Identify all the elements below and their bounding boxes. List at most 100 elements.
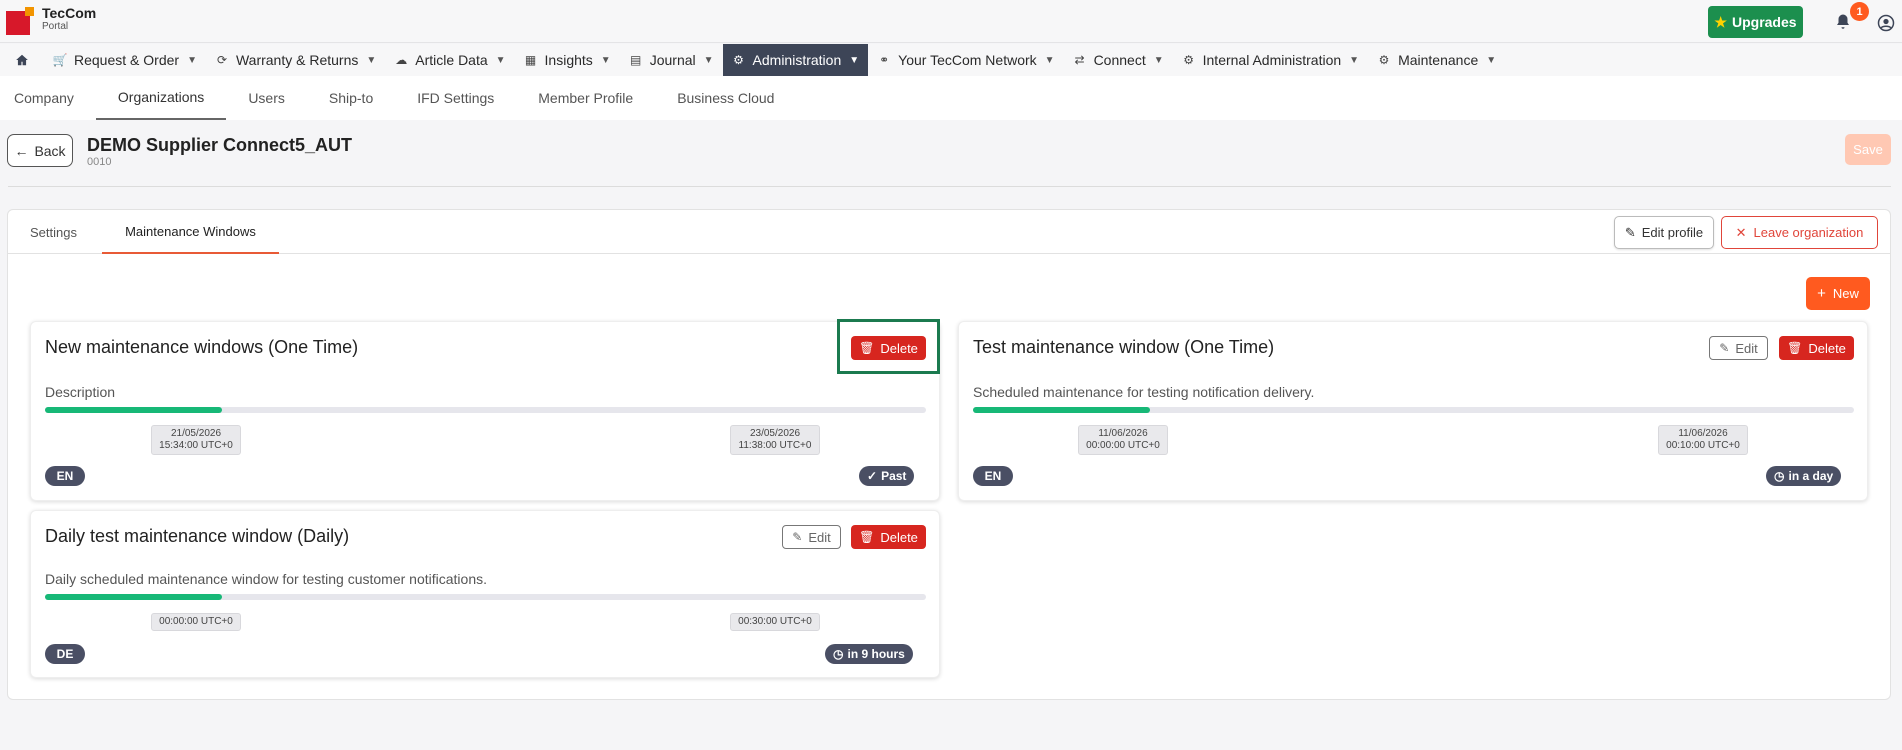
- divider: [8, 186, 1891, 187]
- plus-icon: +: [1817, 285, 1826, 302]
- chart-icon: ▦: [524, 53, 537, 67]
- chevron-down-icon: ▼: [600, 54, 611, 66]
- nav-article-data[interactable]: ☁ Article Data ▼: [385, 44, 514, 76]
- progress-bar: [45, 594, 926, 600]
- edit-profile-button[interactable]: ✎ Edit profile: [1614, 216, 1714, 249]
- edit-profile-label: Edit profile: [1641, 225, 1704, 240]
- upgrades-button[interactable]: ★ Upgrades: [1708, 6, 1803, 38]
- tab-settings[interactable]: Settings: [30, 210, 77, 254]
- link-icon: ⚭: [879, 53, 890, 67]
- star-icon: ★: [1714, 13, 1727, 30]
- upgrades-label: Upgrades: [1731, 14, 1797, 30]
- nav-maintenance[interactable]: ⚙ Maintenance ▼: [1368, 44, 1505, 76]
- gears-icon: ⚙: [1378, 53, 1390, 67]
- home-icon: [16, 54, 28, 66]
- chevron-down-icon: ▼: [187, 54, 197, 66]
- card-description: Scheduled maintenance for testing notifi…: [973, 384, 1315, 400]
- nav-label: Warranty & Returns: [235, 52, 359, 68]
- end-date: 11/06/2026 00:10:00 UTC+0: [1658, 425, 1748, 455]
- focus-highlight: [837, 319, 940, 374]
- subtab-ship-to[interactable]: Ship-to: [307, 76, 395, 120]
- start-date: 21/05/2026 15:34:00 UTC+0: [151, 425, 241, 455]
- nav-label: Journal: [649, 52, 696, 68]
- card-title: Daily test maintenance window (Daily): [45, 526, 350, 546]
- nav-insights[interactable]: ▦ Insights ▼: [515, 44, 620, 76]
- subtab-member-profile[interactable]: Member Profile: [516, 76, 655, 120]
- delete-button[interactable]: 🗑 Delete: [1779, 336, 1854, 360]
- edit-button[interactable]: ✎ Edit: [1709, 336, 1768, 360]
- delete-label: Delete: [880, 529, 918, 545]
- delete-label: Delete: [1808, 340, 1846, 356]
- end-date: 23/05/2026 11:38:00 UTC+0: [730, 425, 820, 455]
- nav-label: Internal Administration: [1202, 52, 1342, 68]
- pencil-icon: ✎: [1719, 341, 1730, 355]
- notification-badge: 1: [1850, 2, 1869, 21]
- page-title: DEMO Supplier Connect5_AUT: [87, 135, 353, 155]
- maintenance-window-card: Daily test maintenance window (Daily) ✎ E…: [30, 510, 940, 678]
- back-button[interactable]: ← Back: [7, 134, 73, 167]
- clock-icon: ◷: [833, 647, 844, 661]
- language-badge: EN: [973, 466, 1013, 486]
- subtab-organizations[interactable]: Organizations: [95, 76, 227, 120]
- end-time: 00:30:00 UTC+0: [730, 613, 820, 631]
- card-description: Daily scheduled maintenance window for t…: [45, 571, 488, 587]
- user-icon[interactable]: [1877, 14, 1895, 32]
- page-subtitle: 0010: [87, 156, 112, 168]
- leave-organization-button[interactable]: ✕ Leave organization: [1721, 216, 1878, 249]
- status-badge: ◷ in a day: [1766, 466, 1842, 486]
- bell-icon[interactable]: [1834, 13, 1852, 31]
- clock-icon: ◷: [1774, 469, 1785, 483]
- check-circle-icon: ✓: [867, 469, 878, 483]
- chevron-down-icon: ▼: [1044, 54, 1055, 66]
- cart-icon: 🛒: [52, 53, 68, 67]
- teccom-logo[interactable]: TecCom Portal: [6, 6, 96, 35]
- page-header: ← Back DEMO Supplier Connect5_AUT 0010 Sa…: [0, 120, 1902, 186]
- back-label: Back: [34, 142, 66, 159]
- nav-label: Request & Order: [74, 52, 180, 68]
- subtab-ifd-settings[interactable]: IFD Settings: [395, 76, 516, 120]
- chevron-down-icon: ▼: [1153, 54, 1164, 66]
- progress-bar: [45, 407, 926, 413]
- progress-fill: [45, 594, 222, 600]
- progress-fill: [973, 407, 1150, 413]
- delete-button[interactable]: 🗑 Delete: [851, 525, 926, 549]
- save-button[interactable]: Save: [1845, 134, 1891, 165]
- nav-your-network[interactable]: ⚭ Your TecCom Network ▼: [868, 44, 1063, 76]
- logo-subtitle: Portal: [42, 21, 69, 32]
- tab-maintenance-windows[interactable]: Maintenance Windows: [102, 210, 279, 254]
- logo-mark: [6, 7, 34, 35]
- top-bar: TecCom Portal ★ Upgrades 1: [0, 0, 1902, 43]
- nav-administration[interactable]: ⚙ Administration ▼: [722, 44, 869, 76]
- card-title: Test maintenance window (One Time): [973, 337, 1275, 357]
- new-maintenance-window-button[interactable]: + New: [1806, 277, 1870, 310]
- trash-icon: 🗑: [1787, 341, 1803, 355]
- chevron-down-icon: ▼: [849, 54, 860, 66]
- nav-label: Connect: [1093, 52, 1146, 68]
- card-description: Description: [45, 384, 116, 400]
- start-time: 00:00:00 UTC+0: [151, 613, 241, 631]
- sub-nav: Company Organizations Users Ship-to IFD …: [0, 76, 1902, 120]
- main-nav: 🛒 Request & Order ▼ ⟳ Warranty & Returns ▼ ☁…: [0, 44, 1902, 76]
- nav-request-order[interactable]: 🛒 Request & Order ▼: [44, 44, 206, 76]
- nav-warranty-returns[interactable]: ⟳ Warranty & Returns ▼: [206, 44, 385, 76]
- leave-organization-label: Leave organization: [1753, 225, 1864, 240]
- chevron-down-icon: ▼: [703, 54, 714, 66]
- nav-internal-administration[interactable]: ⚙ Internal Administration ▼: [1173, 44, 1368, 76]
- subtab-company[interactable]: Company: [0, 76, 96, 120]
- gear-icon: ⚙: [733, 53, 744, 67]
- home-button[interactable]: [0, 44, 44, 76]
- nav-label: Maintenance: [1398, 52, 1479, 68]
- nav-journal[interactable]: ▤ Journal ▼: [620, 44, 723, 76]
- edit-button[interactable]: ✎ Edit: [782, 525, 841, 549]
- progress-bar: [973, 407, 1854, 413]
- swap-icon: ⇄: [1074, 53, 1085, 67]
- cloud-icon: ☁: [395, 53, 408, 67]
- refresh-icon: ⟳: [216, 53, 227, 67]
- new-label: New: [1832, 286, 1859, 301]
- nav-connect[interactable]: ⇄ Connect ▼: [1064, 44, 1173, 76]
- start-date: 11/06/2026 00:00:00 UTC+0: [1078, 425, 1168, 455]
- card-title: New maintenance windows (One Time): [45, 337, 359, 357]
- subtab-users[interactable]: Users: [226, 76, 307, 120]
- subtab-business-cloud[interactable]: Business Cloud: [655, 76, 796, 120]
- language-badge: DE: [45, 644, 85, 664]
